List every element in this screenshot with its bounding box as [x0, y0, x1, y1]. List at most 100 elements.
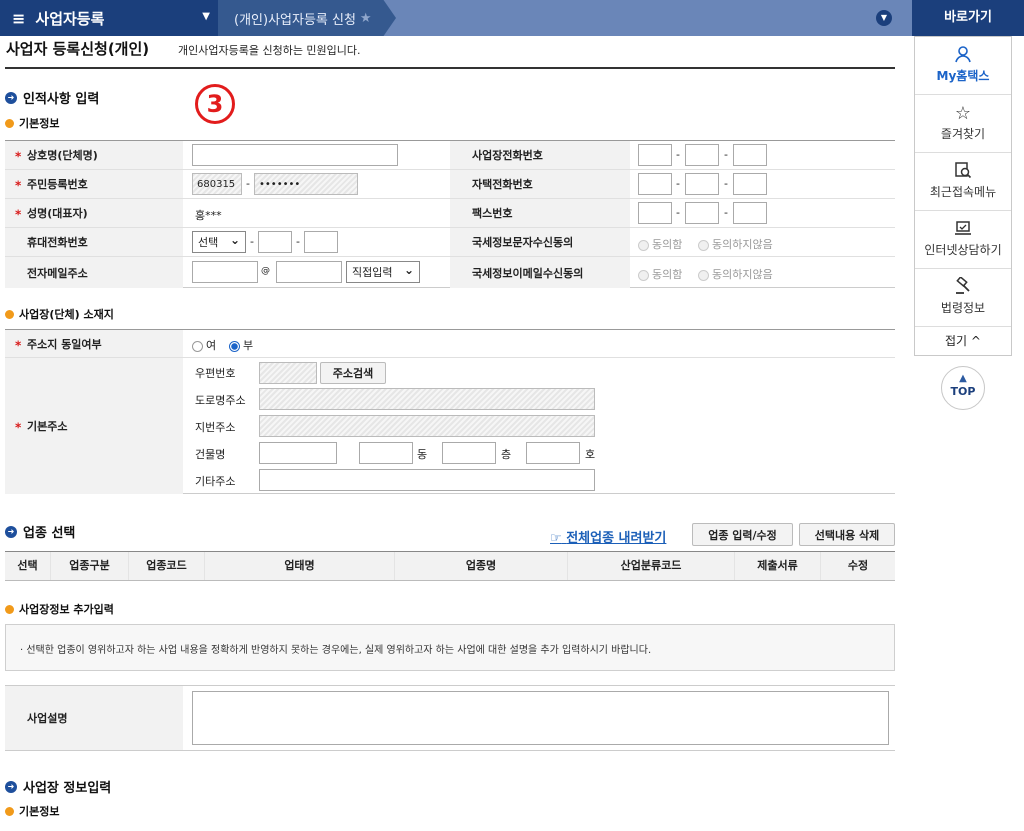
gavel-icon [915, 275, 1011, 299]
fax-2[interactable] [685, 202, 719, 224]
quick-item-label: 인터넷상담하기 [924, 243, 1002, 257]
quick-item-label: 법령정보 [940, 301, 986, 315]
home-phone-1[interactable] [638, 173, 672, 195]
subsection-title: 기본정보 [19, 805, 60, 818]
dash: - [246, 177, 250, 190]
table-row: 휴대전화번호 선택 - - 국세정보문자수신동의 동의함 동의하지않음 [5, 228, 895, 257]
radio-label: 동의함 [652, 268, 683, 281]
column-header: 업종코드 [129, 552, 205, 580]
hamburger-icon: ≡ [12, 8, 26, 28]
mobile-prefix-select[interactable]: 선택 [192, 231, 246, 253]
table-row: 전자메일주소 @ 직접입력 국세정보이메일수신동의 동의함 동의하지않음 [5, 257, 895, 288]
field-label: 전자메일주소 [5, 257, 183, 288]
main-menu-button[interactable]: ≡ 사업자등록 ▼ [0, 0, 218, 36]
radio-icon [192, 340, 203, 352]
field-label: 휴대전화번호 [5, 228, 183, 256]
recent-search-icon [915, 161, 1011, 183]
radio-icon [698, 269, 709, 281]
email-id-input[interactable] [192, 261, 258, 283]
zip-code-field [259, 362, 317, 384]
subsection-basic-info: 기본정보 [5, 803, 59, 819]
radio-label: 여 [206, 339, 217, 352]
fax-3[interactable] [733, 202, 767, 224]
sms-disagree-radio: 동의하지않음 [698, 236, 773, 252]
breadcrumb[interactable]: (개인)사업자등록 신청 ★ [218, 0, 396, 36]
bullet-icon [5, 118, 14, 128]
delete-selected-button[interactable]: 선택내용 삭제 [799, 523, 895, 546]
email-disagree-radio: 동의하지않음 [698, 266, 773, 282]
quick-menu-fold-button[interactable]: 접기 ^ [915, 327, 1011, 355]
field-label: 주민등록번호 [5, 170, 183, 198]
column-header: 수정 [847, 559, 869, 572]
building-dong-input[interactable] [359, 442, 413, 464]
bullet-icon [5, 806, 14, 816]
radio-label: 부 [243, 339, 254, 352]
field-label: 기본주소 [5, 358, 183, 494]
biz-phone-3[interactable] [733, 144, 767, 166]
quick-item-law-info[interactable]: 법령정보 [915, 269, 1011, 327]
sms-agree-radio: 동의함 [638, 236, 682, 252]
building-floor-input[interactable] [442, 442, 496, 464]
at-sign: @ [261, 266, 270, 276]
email-domain-select[interactable]: 직접입력 [346, 261, 420, 283]
section-title: 업종 선택 [23, 526, 76, 541]
laptop-icon [915, 219, 1011, 241]
quick-menu-title: 바로가기 [912, 0, 1024, 36]
field-label: 상호명(단체명) [5, 141, 183, 169]
star-outline-icon: ☆ [954, 103, 972, 124]
table-row: 성명(대표자) 홍*** 팩스번호 - - [5, 199, 895, 228]
email-domain-input[interactable] [276, 261, 342, 283]
menu-label: 사업자등록 [35, 9, 105, 28]
section-industry: ➜ 업종 선택 [5, 522, 75, 541]
home-phone-3[interactable] [733, 173, 767, 195]
quick-item-favorites[interactable]: ☆ 즐겨찾기 [915, 95, 1011, 153]
same-address-yes-radio[interactable]: 여 [192, 337, 216, 353]
field-label: 성명(대표자) [5, 199, 183, 227]
home-phone-2[interactable] [685, 173, 719, 195]
edit-industry-button[interactable]: 업종 입력/수정 [692, 523, 793, 546]
biz-phone-1[interactable] [638, 144, 672, 166]
same-address-no-radio[interactable]: 부 [229, 337, 253, 353]
column-header: 선택 [5, 552, 51, 580]
bullet-icon [5, 604, 14, 614]
quick-item-my-hometax[interactable]: My홈택스 [915, 37, 1011, 95]
mobile-2[interactable] [258, 231, 292, 253]
business-name-input[interactable] [192, 144, 398, 166]
page-subtitle: 개인사업자등록을 신청하는 민원입니다. [178, 44, 361, 57]
radio-icon [638, 269, 649, 281]
field-label: 팩스번호 [450, 199, 630, 227]
dong-unit: 동 [417, 448, 428, 461]
subsection-title: 사업장정보 추가입력 [19, 603, 114, 616]
address-search-button[interactable]: 주소검색 [320, 362, 386, 384]
column-header: 제출서류 [735, 552, 821, 580]
radio-label: 동의하지않음 [712, 268, 773, 281]
floor-unit: 층 [501, 448, 512, 461]
other-address-input[interactable] [259, 469, 595, 491]
rrn-back-field: ••••••• [254, 173, 358, 195]
section-title: 사업장 정보입력 [23, 781, 112, 796]
breadcrumb-label: (개인)사업자등록 신청 [234, 12, 356, 28]
quick-item-online-consult[interactable]: 인터넷상담하기 [915, 211, 1011, 269]
business-description-table: 사업설명 [5, 685, 895, 751]
quick-item-recent-menu[interactable]: 최근접속메뉴 [915, 153, 1011, 211]
scroll-top-button[interactable]: ▲ TOP [941, 366, 985, 410]
building-name-input[interactable] [259, 442, 337, 464]
link-label: 전체업종 내려받기 [566, 531, 667, 546]
download-all-industries-link[interactable]: ☞ 전체업종 내려받기 [550, 527, 666, 546]
personal-info-table: 상호명(단체명) 사업장전화번호 - - 주민등록번호 680315 - •••… [5, 140, 895, 288]
arrow-right-icon: ➜ [5, 780, 17, 793]
industry-table-header: 선택 업종구분 업종코드 업태명 업종명 산업분류코드 제출서류 수정 [5, 551, 895, 581]
business-description-textarea[interactable] [192, 691, 889, 745]
fax-1[interactable] [638, 202, 672, 224]
mobile-3[interactable] [304, 231, 338, 253]
column-header: 업태명 [205, 552, 395, 580]
star-icon[interactable]: ★ [360, 11, 372, 26]
radio-icon [698, 239, 709, 251]
download-icon: ☞ [550, 531, 562, 546]
building-ho-input[interactable] [526, 442, 580, 464]
biz-phone-2[interactable] [685, 144, 719, 166]
table-row: 주소지 동일여부 여 부 [5, 330, 895, 358]
chevron-down-icon[interactable]: ▼ [876, 10, 892, 26]
lot-address-field [259, 415, 595, 437]
column-header: 업종구분 [51, 552, 129, 580]
